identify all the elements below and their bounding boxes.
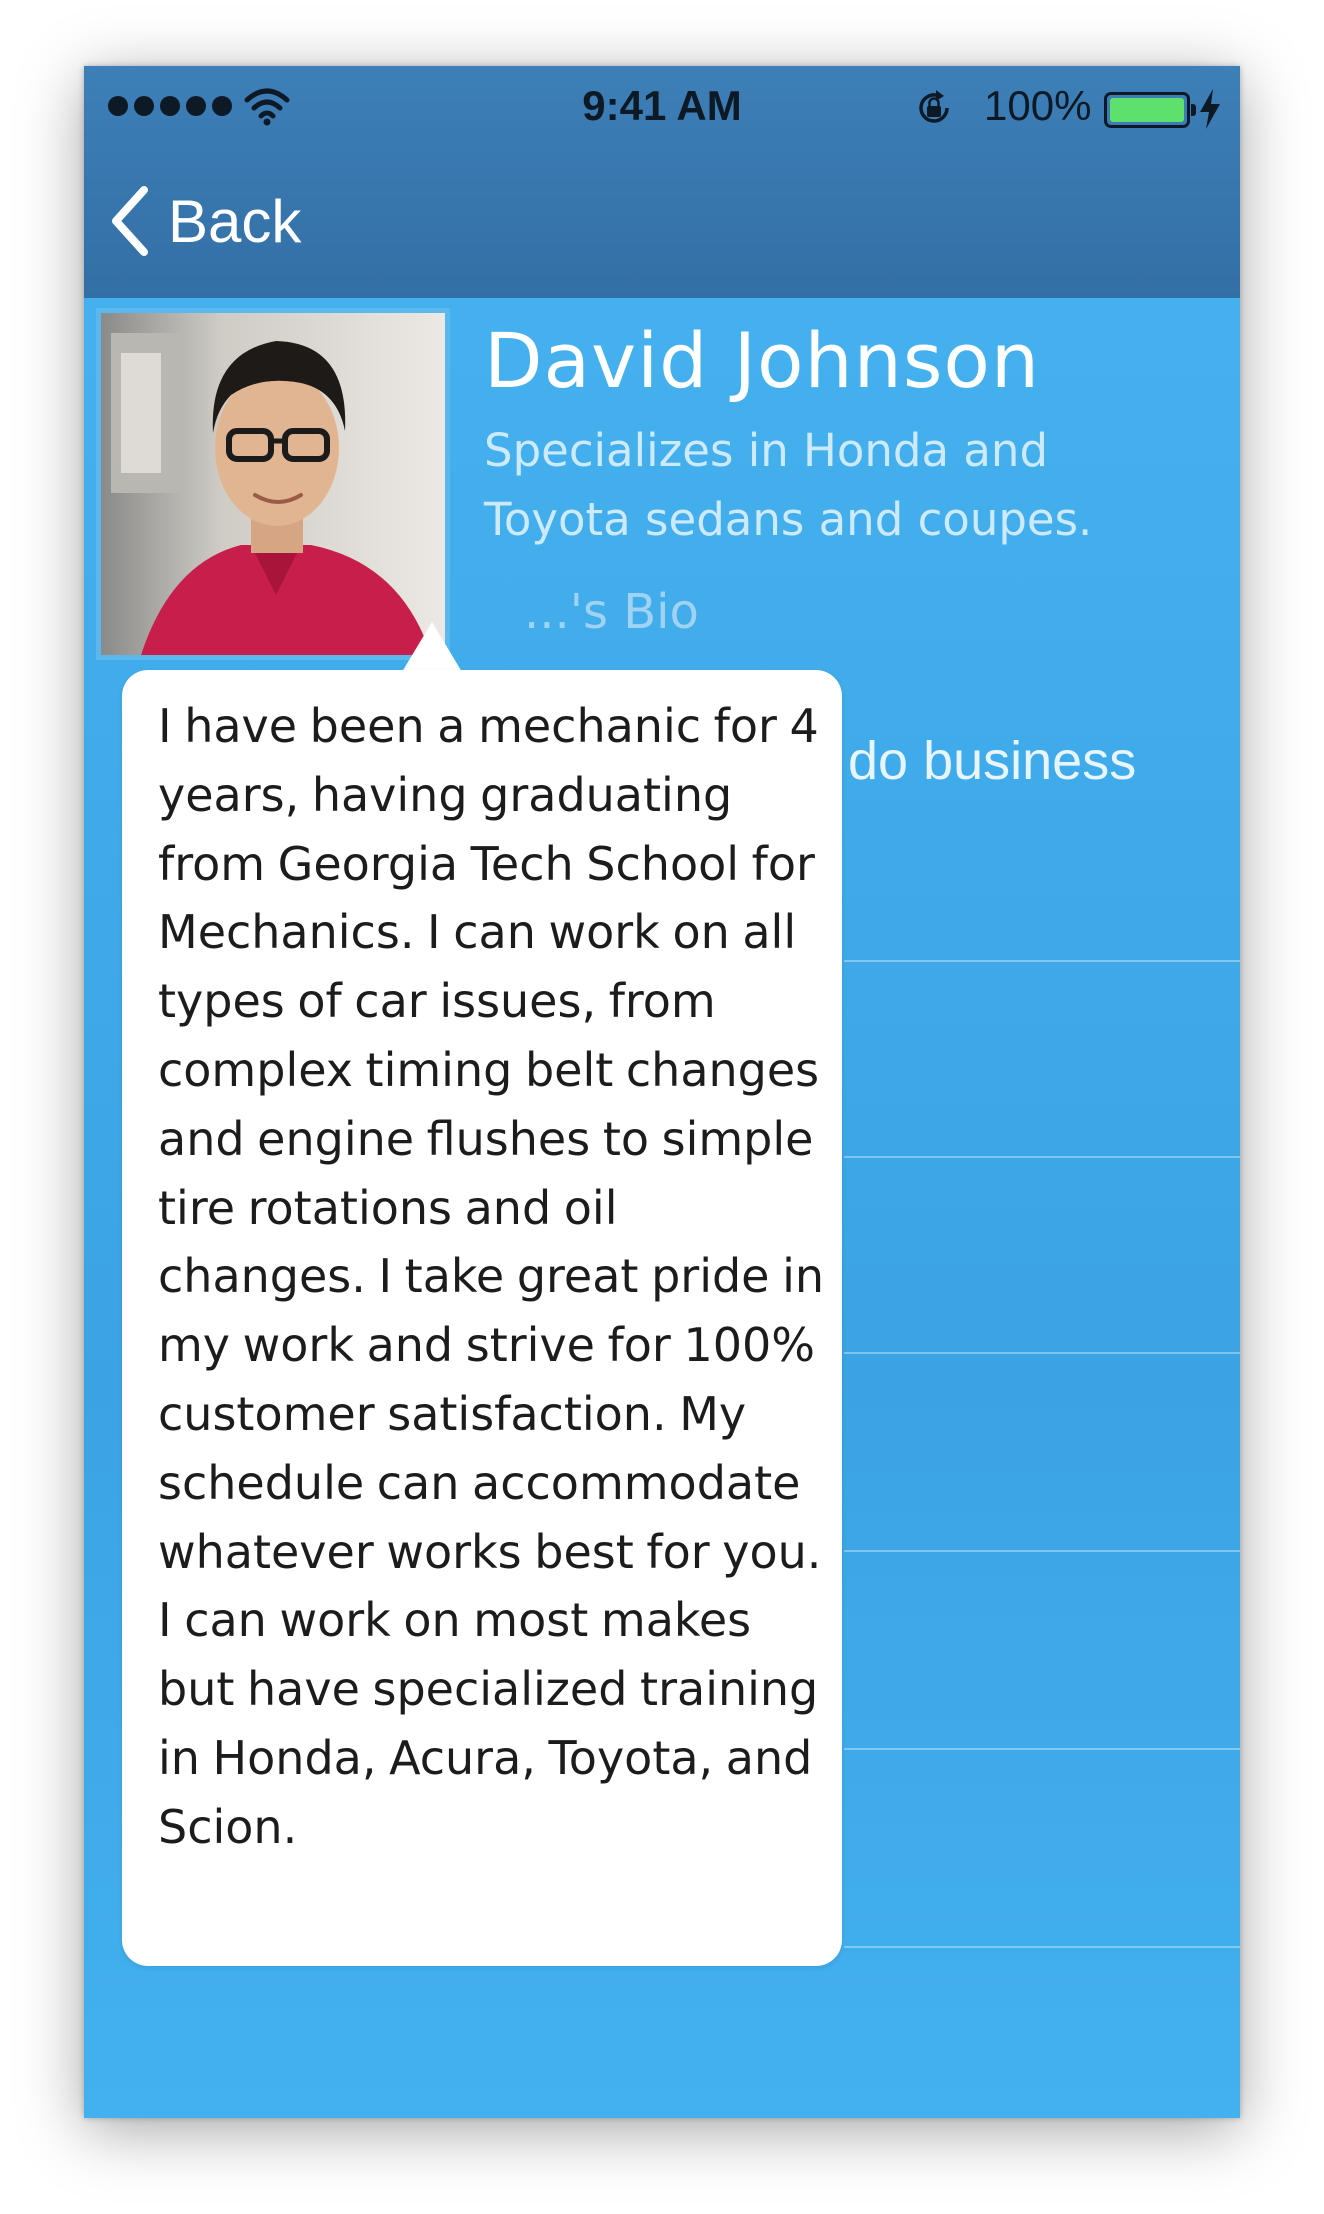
profile-photo (101, 313, 445, 655)
divider (844, 1156, 1240, 1158)
business-text: do business (848, 731, 1137, 791)
back-button[interactable]: Back (110, 176, 301, 266)
bio-text: I have been a mechanic for 4 years, havi… (158, 699, 825, 1854)
lock-rotation-icon (919, 90, 949, 123)
divider (844, 1550, 1240, 1552)
mechanic-name: David Johnson (484, 316, 1041, 405)
battery-icon (1104, 92, 1196, 128)
bio-popover: I have been a mechanic for 4 years, havi… (122, 670, 842, 1966)
status-bar: 9:41 AM 100% (84, 66, 1240, 150)
charging-icon (1200, 89, 1220, 129)
divider (844, 960, 1240, 962)
bio-link[interactable]: ...'s Bio (524, 584, 699, 640)
chevron-left-icon (112, 186, 148, 256)
profile-content: David Johnson Specializes in Honda and T… (84, 298, 1240, 2118)
avatar[interactable] (96, 308, 450, 660)
specialty-text: Specializes in Honda and Toyota sedans a… (484, 424, 1093, 546)
back-label: Back (168, 187, 302, 255)
divider (844, 1946, 1240, 1948)
popover-arrow (402, 622, 462, 672)
battery-percentage: 100% (984, 82, 1092, 129)
divider (844, 1352, 1240, 1354)
navigation-header: 9:41 AM 100% Back (84, 66, 1240, 298)
phone-screen: 9:41 AM 100% Back David Johnson Speciali… (84, 66, 1240, 2118)
divider (844, 1748, 1240, 1750)
